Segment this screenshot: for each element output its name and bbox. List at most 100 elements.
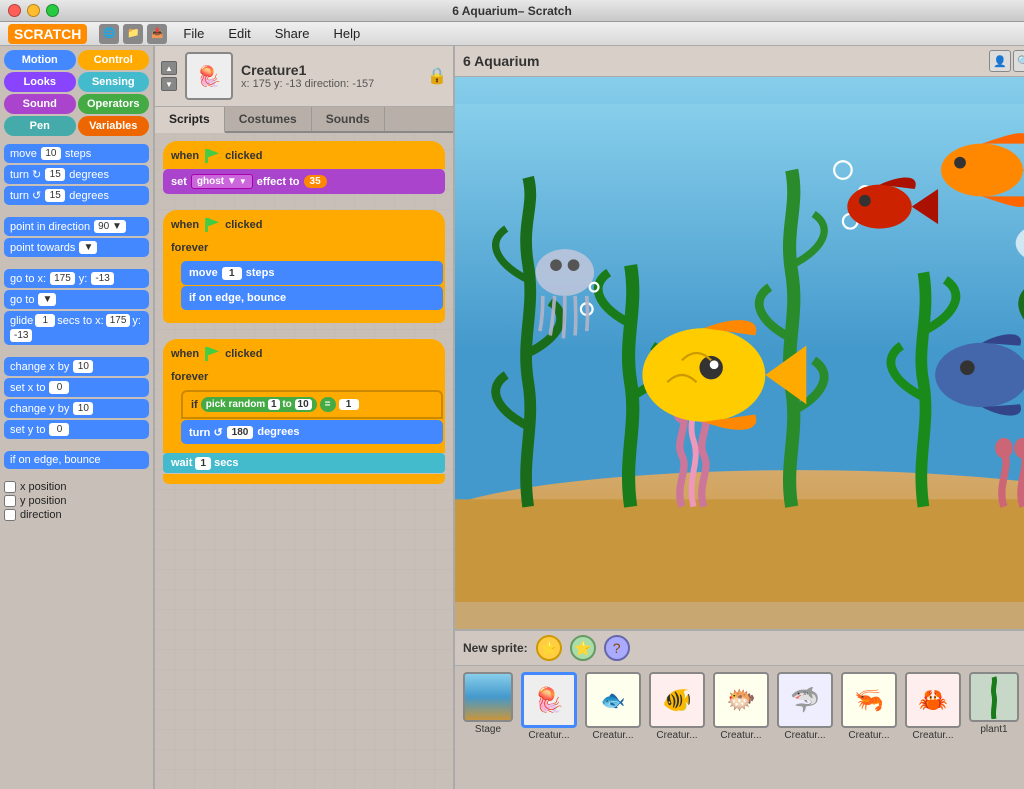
checkbox-y-position[interactable]: y position bbox=[4, 495, 149, 507]
cat-control[interactable]: Control bbox=[78, 50, 150, 70]
forever-inner-3: if pick random 1 to 10 = 1 turn ↺ 180 de… bbox=[163, 387, 445, 453]
script-group-3: when clicked forever if pick random 1 to… bbox=[163, 339, 445, 484]
block-move[interactable]: move 10 steps bbox=[4, 144, 149, 163]
forever-inner-2: move 1 steps if on edge, bounce bbox=[163, 258, 445, 313]
block-go-to[interactable]: go to ▼ bbox=[4, 290, 149, 309]
close-button[interactable] bbox=[8, 4, 21, 17]
sprite-label-5: Creatur... bbox=[848, 730, 889, 741]
cat-sound[interactable]: Sound bbox=[4, 94, 76, 114]
checkbox-x-position[interactable]: x position bbox=[4, 481, 149, 493]
block-if-on-edge[interactable]: if on edge, bounce bbox=[4, 451, 149, 469]
tab-sounds[interactable]: Sounds bbox=[312, 107, 385, 131]
cat-variables[interactable]: Variables bbox=[78, 116, 150, 136]
blocks-palette: Motion Control Looks Sensing Sound Opera… bbox=[0, 46, 155, 789]
scripts-canvas: when clicked set ghost ▼ effect to 35 wh… bbox=[155, 133, 453, 789]
turn-block[interactable]: turn ↺ 180 degrees bbox=[181, 420, 443, 444]
cat-motion[interactable]: Motion bbox=[4, 50, 76, 70]
checkbox-y-input[interactable] bbox=[4, 495, 16, 507]
if-block[interactable]: if pick random 1 to 10 = 1 bbox=[181, 390, 443, 419]
move-block-2[interactable]: move 1 steps bbox=[181, 261, 443, 285]
sprites-header: New sprite: ⭐ ⭐ ? bbox=[455, 631, 1024, 666]
sprite-thumb-4: 🦈 bbox=[777, 672, 833, 728]
when-clicked-label-2: clicked bbox=[225, 219, 262, 231]
menu-help[interactable]: Help bbox=[329, 24, 364, 43]
block-set-y[interactable]: set y to 0 bbox=[4, 420, 149, 439]
cat-operators[interactable]: Operators bbox=[78, 94, 150, 114]
stage-title: 6 Aquarium bbox=[463, 53, 540, 69]
cat-looks[interactable]: Looks bbox=[4, 72, 76, 92]
title-bar: 6 Aquarium– Scratch bbox=[0, 0, 1024, 22]
sprite-label-3: Creatur... bbox=[720, 730, 761, 741]
sprite-item-1[interactable]: 🐟 Creatur... bbox=[583, 672, 643, 741]
sprite-item-3[interactable]: 🐡 Creatur... bbox=[711, 672, 771, 741]
aquarium-svg bbox=[455, 77, 1024, 629]
sprite-nav-down[interactable]: ▼ bbox=[161, 77, 177, 91]
checkbox-x-input[interactable] bbox=[4, 481, 16, 493]
sprite-thumb-3: 🐡 bbox=[713, 672, 769, 728]
sprite-label-2: Creatur... bbox=[656, 730, 697, 741]
when-clicked-hat-2[interactable]: when clicked bbox=[163, 210, 445, 238]
sprite-item-5[interactable]: 🦐 Creatur... bbox=[839, 672, 899, 741]
stage-tool-person[interactable]: 👤 bbox=[989, 50, 1011, 72]
lock-icon[interactable]: 🔒 bbox=[427, 66, 447, 86]
maximize-button[interactable] bbox=[46, 4, 59, 17]
cat-sensing[interactable]: Sensing bbox=[78, 72, 150, 92]
menu-file[interactable]: File bbox=[179, 24, 208, 43]
checkbox-direction[interactable]: direction bbox=[4, 509, 149, 521]
menu-share[interactable]: Share bbox=[271, 24, 314, 43]
cat-pen[interactable]: Pen bbox=[4, 116, 76, 136]
block-turn-cw[interactable]: turn ↻ 15 degrees bbox=[4, 165, 149, 184]
globe-icon[interactable]: 🌐 bbox=[99, 24, 119, 44]
sprite-item-6[interactable]: 🦀 Creatur... bbox=[903, 672, 963, 741]
sprite-thumb-6: 🦀 bbox=[905, 672, 961, 728]
checkbox-direction-input[interactable] bbox=[4, 509, 16, 521]
tab-costumes[interactable]: Costumes bbox=[225, 107, 312, 131]
block-change-y[interactable]: change y by 10 bbox=[4, 399, 149, 418]
sprite-thumb-2: 🐠 bbox=[649, 672, 705, 728]
new-sprite-paint[interactable]: ⭐ bbox=[570, 635, 596, 661]
new-sprite-surprise[interactable]: ? bbox=[604, 635, 630, 661]
minimize-button[interactable] bbox=[27, 4, 40, 17]
set-effect-block[interactable]: set ghost ▼ effect to 35 bbox=[163, 169, 445, 194]
stage-tool-zoom[interactable]: 🔍 bbox=[1013, 50, 1024, 72]
sprite-name: Creature1 bbox=[241, 62, 419, 78]
sprite-thumbnail: 🪼 bbox=[185, 52, 233, 100]
upload-icon[interactable]: 📤 bbox=[147, 24, 167, 44]
new-sprite-from-file[interactable]: ⭐ bbox=[536, 635, 562, 661]
sprite-thumb-5: 🦐 bbox=[841, 672, 897, 728]
stage-item[interactable]: Stage bbox=[461, 672, 515, 735]
main-layout: Motion Control Looks Sensing Sound Opera… bbox=[0, 46, 1024, 789]
menu-edit[interactable]: Edit bbox=[224, 24, 254, 43]
block-go-to-xy[interactable]: go to x: 175 y: -13 bbox=[4, 269, 149, 288]
window-controls[interactable] bbox=[8, 4, 59, 17]
script-group-2: when clicked forever move 1 steps if on … bbox=[163, 210, 445, 323]
sprite-header: ▲ ▼ 🪼 Creature1 x: 175 y: -13 direction:… bbox=[155, 46, 453, 107]
if-on-edge-block[interactable]: if on edge, bounce bbox=[181, 286, 443, 310]
menu-bar: SCRATCH 🌐 📁 📤 File Edit Share Help bbox=[0, 22, 1024, 46]
when-clicked-hat-3[interactable]: when clicked bbox=[163, 339, 445, 367]
tabs: Scripts Costumes Sounds bbox=[155, 107, 453, 133]
block-point-towards[interactable]: point towards ▼ bbox=[4, 238, 149, 257]
sprite-nav-up[interactable]: ▲ bbox=[161, 61, 177, 75]
block-change-x[interactable]: change x by 10 bbox=[4, 357, 149, 376]
stage-area: 6 Aquarium 👤 🔍 ⛶ ▣ ▶ ⬛ bbox=[455, 46, 1024, 629]
plant-thumb-1 bbox=[969, 672, 1019, 722]
plant-item-1[interactable]: plant1 bbox=[967, 672, 1021, 735]
folder-icon[interactable]: 📁 bbox=[123, 24, 143, 44]
sprite-nav: ▲ ▼ bbox=[161, 61, 177, 91]
right-panel: 6 Aquarium 👤 🔍 ⛶ ▣ ▶ ⬛ bbox=[455, 46, 1024, 789]
sprite-label-1: Creatur... bbox=[592, 730, 633, 741]
block-set-x[interactable]: set x to 0 bbox=[4, 378, 149, 397]
sprite-item-2[interactable]: 🐠 Creatur... bbox=[647, 672, 707, 741]
block-point-direction[interactable]: point in direction 90 ▼ bbox=[4, 217, 149, 236]
sprite-item-4[interactable]: 🦈 Creatur... bbox=[775, 672, 835, 741]
script-group-1: when clicked set ghost ▼ effect to 35 bbox=[163, 141, 445, 194]
block-turn-ccw[interactable]: turn ↺ 15 degrees bbox=[4, 186, 149, 205]
stage-label: Stage bbox=[475, 724, 501, 735]
block-glide[interactable]: glide 1 secs to x: 175 y: -13 bbox=[4, 311, 149, 345]
sprite-item-0[interactable]: 🪼 Creatur... bbox=[519, 672, 579, 741]
wait-block[interactable]: wait 1 secs bbox=[163, 453, 445, 473]
tab-scripts[interactable]: Scripts bbox=[155, 107, 225, 133]
sprites-panel: New sprite: ⭐ ⭐ ? Stage 🪼 Creatur... 🐟 bbox=[455, 629, 1024, 789]
when-clicked-hat-1[interactable]: when clicked bbox=[163, 141, 445, 169]
